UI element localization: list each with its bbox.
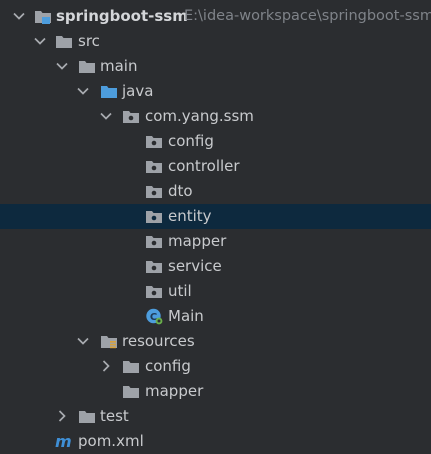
tree-row-util[interactable]: util <box>0 279 431 304</box>
tree-item-label: java <box>122 82 154 100</box>
folder-icon <box>55 29 73 54</box>
project-path: E:\idea-workspace\springboot-ssm <box>184 8 431 24</box>
tree-item-label: config <box>168 132 214 150</box>
tree-item-label: pom.xml <box>78 432 144 450</box>
tree-item-label: Main <box>168 307 204 325</box>
project-tree: springboot-ssm E:\idea-workspace\springb… <box>0 0 431 450</box>
tree-item-label: config <box>145 357 191 375</box>
chevron-right-icon[interactable] <box>55 404 69 429</box>
package-icon <box>145 229 163 254</box>
package-icon <box>145 179 163 204</box>
tree-row-src[interactable]: src <box>0 29 431 54</box>
tree-row-controller[interactable]: controller <box>0 154 431 179</box>
folder-icon <box>78 404 96 429</box>
tree-row-dto[interactable]: dto <box>0 179 431 204</box>
package-icon <box>122 104 140 129</box>
package-icon <box>145 279 163 304</box>
package-icon <box>145 129 163 154</box>
module-folder-icon <box>34 4 52 29</box>
tree-row-config[interactable]: config <box>0 129 431 154</box>
spring-boot-class-icon: C <box>145 304 163 329</box>
tree-item-label: src <box>78 32 100 50</box>
tree-row-mapper[interactable]: mapper <box>0 229 431 254</box>
tree-item-label: main <box>100 57 138 75</box>
maven-icon: m <box>55 429 75 454</box>
tree-row-pom[interactable]: m pom.xml <box>0 429 431 454</box>
resources-folder-icon <box>100 329 118 354</box>
tree-row-entity[interactable]: entity <box>0 204 431 229</box>
folder-icon <box>122 354 140 379</box>
tree-item-label: service <box>168 257 222 275</box>
chevron-down-icon[interactable] <box>12 4 26 29</box>
chevron-down-icon[interactable] <box>33 29 47 54</box>
package-icon <box>145 204 163 229</box>
tree-item-label: mapper <box>145 382 204 400</box>
tree-row-project-root[interactable]: springboot-ssm E:\idea-workspace\springb… <box>0 4 431 29</box>
tree-row-service[interactable]: service <box>0 254 431 279</box>
tree-row-package-root[interactable]: com.yang.ssm <box>0 104 431 129</box>
chevron-down-icon[interactable] <box>99 104 113 129</box>
tree-row-resources-config[interactable]: config <box>0 354 431 379</box>
tree-item-label: controller <box>168 157 240 175</box>
tree-item-label: dto <box>168 182 193 200</box>
project-name: springboot-ssm <box>56 7 188 25</box>
tree-item-label: mapper <box>168 232 227 250</box>
tree-item-label: util <box>168 282 192 300</box>
tree-item-label: resources <box>122 332 195 350</box>
folder-icon <box>78 54 96 79</box>
chevron-right-icon[interactable] <box>99 354 113 379</box>
folder-icon <box>122 379 140 404</box>
tree-row-resources[interactable]: resources <box>0 329 431 354</box>
source-root-folder-icon <box>100 79 118 104</box>
package-icon <box>145 154 163 179</box>
chevron-down-icon[interactable] <box>76 329 90 354</box>
tree-row-resources-mapper[interactable]: mapper <box>0 379 431 404</box>
tree-item-label: com.yang.ssm <box>145 107 254 125</box>
tree-row-test[interactable]: test <box>0 404 431 429</box>
tree-item-label: test <box>100 407 129 425</box>
chevron-down-icon[interactable] <box>55 54 69 79</box>
tree-row-java[interactable]: java <box>0 79 431 104</box>
chevron-down-icon[interactable] <box>76 79 90 104</box>
tree-item-label: entity <box>168 207 212 225</box>
tree-row-main[interactable]: main <box>0 54 431 79</box>
package-icon <box>145 254 163 279</box>
tree-row-main-class[interactable]: C Main <box>0 304 431 329</box>
